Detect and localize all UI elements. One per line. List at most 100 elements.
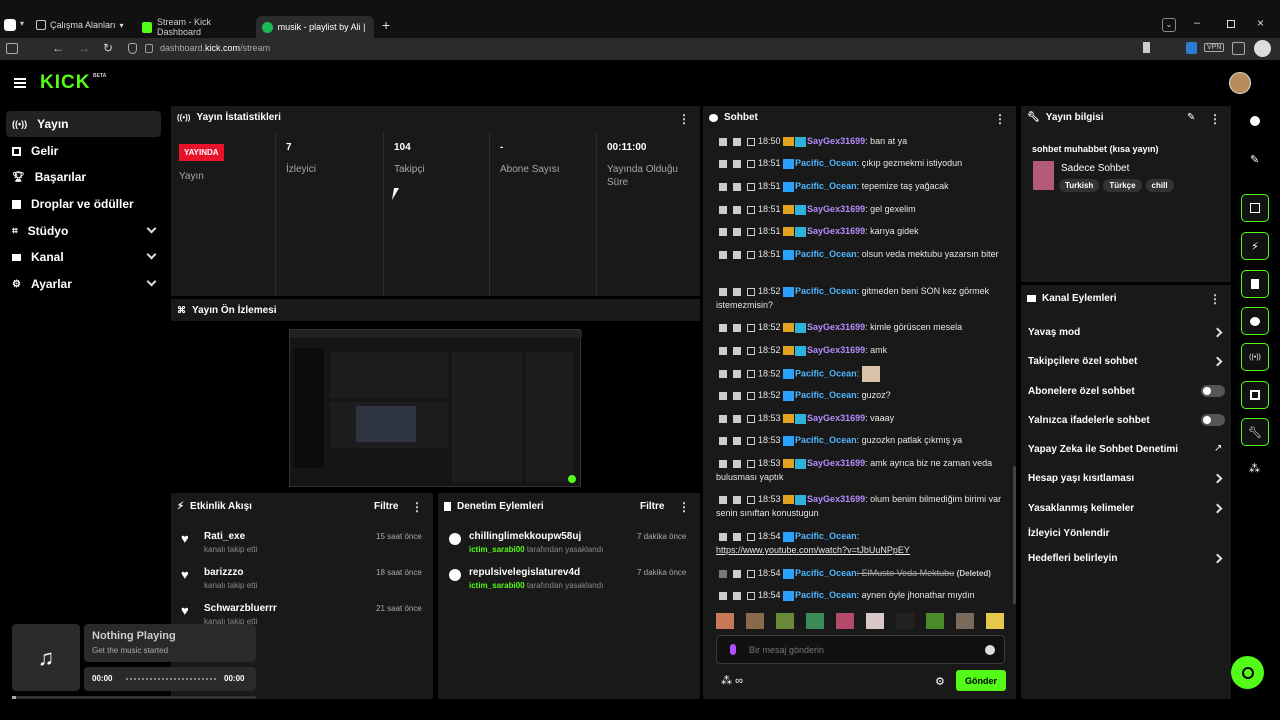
minimize-button[interactable]: – (1194, 17, 1200, 29)
ban-icon[interactable] (747, 569, 755, 578)
ban-icon[interactable] (747, 532, 755, 541)
close-window-button[interactable]: × (1257, 16, 1264, 30)
back-arrow-icon[interactable]: ← (52, 41, 64, 55)
workspaces-button[interactable]: Çalışma Alanları ▾ (36, 17, 124, 33)
rail-button-broadcast[interactable]: ((•)) (1241, 343, 1269, 371)
category-name[interactable]: Sadece Sohbet (1061, 163, 1129, 174)
trash-icon[interactable] (719, 370, 727, 378)
banned-user[interactable]: chillinglimekkoupw58uj (469, 531, 603, 542)
trash-icon[interactable] (719, 591, 727, 600)
chat-username[interactable]: Pacific_Ocean (795, 568, 857, 578)
emote-icon[interactable] (866, 613, 884, 629)
sidebar-item-kanal[interactable]: Kanal (6, 244, 161, 270)
tab-kick-dashboard[interactable]: Stream - Kick Dashboard (136, 16, 254, 38)
chat-username[interactable]: Pacific_Ocean (795, 390, 857, 400)
chat-username[interactable]: SayGex31699 (807, 322, 865, 332)
timeout-icon[interactable] (733, 569, 741, 578)
info-icon[interactable] (1250, 116, 1260, 126)
emote-icon[interactable] (746, 613, 764, 629)
progress-bar[interactable] (126, 678, 216, 680)
rail-button-chat[interactable] (1241, 307, 1269, 335)
support-button[interactable] (1231, 656, 1264, 689)
timeout-icon[interactable] (733, 250, 741, 259)
chat-username[interactable]: Pacific_Ocean (795, 249, 857, 259)
sidebar-item-basarilar[interactable]: 🏆︎ Başarılar (6, 164, 161, 190)
user-avatar[interactable] (1229, 72, 1251, 94)
profile-avatar[interactable] (1254, 40, 1271, 57)
lock-icon[interactable] (145, 44, 153, 53)
maximize-button[interactable] (1227, 20, 1235, 28)
bookmark-icon[interactable] (1143, 42, 1150, 53)
ban-icon[interactable] (747, 370, 755, 378)
more-options-icon[interactable]: ⋮ (994, 112, 1006, 126)
timeout-icon[interactable] (733, 495, 741, 504)
trash-icon[interactable] (719, 205, 727, 214)
ban-icon[interactable] (747, 137, 755, 146)
emote-icon[interactable] (896, 613, 914, 629)
reload-icon[interactable]: ↻ (103, 41, 113, 55)
trash-icon[interactable] (719, 182, 727, 191)
trash-icon[interactable] (719, 414, 727, 423)
filter-button[interactable]: Filtre (374, 501, 398, 512)
hamburger-menu-icon[interactable] (14, 78, 26, 80)
chat-username[interactable]: Pacific_Ocean (795, 286, 857, 296)
vpn-button[interactable]: VPN (1204, 43, 1225, 52)
trash-icon[interactable] (719, 159, 727, 168)
tab-spotify[interactable]: musik - playlist by Ali | Spo (256, 16, 374, 38)
filter-button[interactable]: Filtre (640, 501, 664, 512)
timeout-icon[interactable] (733, 346, 741, 355)
shield-icon[interactable] (128, 43, 137, 54)
infinity-icon[interactable]: ∞ (735, 675, 743, 687)
chat-scrollbar[interactable] (1013, 466, 1016, 604)
chat-username[interactable]: SayGex31699 (807, 413, 865, 423)
more-options-icon[interactable]: ⋮ (1209, 112, 1221, 126)
chat-username[interactable]: Pacific_Ocean (795, 435, 857, 445)
action-host[interactable]: İzleyici Yönlendir (1028, 528, 1110, 539)
chat-username[interactable]: SayGex31699 (807, 458, 865, 468)
emote-icon[interactable] (986, 613, 1004, 629)
timeout-icon[interactable] (733, 159, 741, 168)
rail-button-settings[interactable]: 🔧︎ (1241, 418, 1269, 446)
chat-username[interactable]: Pacific_Ocean (795, 368, 857, 378)
preview-video[interactable] (171, 321, 700, 489)
extensions-icon[interactable] (1232, 42, 1245, 55)
tag[interactable]: Turkish (1059, 179, 1100, 192)
sidebar-item-ayarlar[interactable]: ⚙ Ayarlar (6, 271, 161, 297)
ban-icon[interactable] (747, 346, 755, 355)
ban-icon[interactable] (747, 459, 755, 468)
trash-icon[interactable] (719, 137, 727, 146)
action-slow-mode[interactable]: Yavaş mod (1028, 327, 1080, 338)
more-options-icon[interactable]: ⋮ (678, 500, 690, 514)
music-note-icon[interactable]: ♫ (12, 624, 80, 691)
ban-icon[interactable] (747, 495, 755, 504)
emote-icon[interactable] (836, 613, 854, 629)
rail-button-preview[interactable] (1241, 194, 1269, 222)
ban-icon[interactable] (747, 436, 755, 445)
chat-username[interactable]: SayGex31699 (807, 345, 865, 355)
moderator-name[interactable]: ictim_sarabi00 (469, 545, 525, 554)
moderator-name[interactable]: ictim_sarabi00 (469, 581, 525, 590)
url-text[interactable]: dashboard.kick.com/stream (160, 43, 270, 53)
more-options-icon[interactable]: ⋮ (678, 112, 690, 126)
timeout-icon[interactable] (733, 436, 741, 445)
action-followers-only[interactable]: Takipçilere özel sohbet (1028, 356, 1137, 367)
category-thumbnail[interactable] (1033, 161, 1054, 190)
trash-icon[interactable] (719, 323, 727, 332)
follower-name[interactable]: barizzzo (204, 567, 257, 578)
chat-username[interactable]: SayGex31699 (807, 226, 865, 236)
trash-icon[interactable] (719, 532, 727, 541)
timeout-icon[interactable] (733, 182, 741, 191)
timeout-icon[interactable] (733, 459, 741, 468)
timeout-icon[interactable] (733, 205, 741, 214)
action-banned-words[interactable]: Yasaklanmış kelimeler (1028, 503, 1134, 514)
trash-icon[interactable] (719, 436, 727, 445)
chat-username[interactable]: Pacific_Ocean (795, 158, 857, 168)
chat-username[interactable]: SayGex31699 (807, 136, 865, 146)
tag[interactable]: Türkçe (1103, 179, 1142, 192)
emote-icon[interactable] (806, 613, 824, 629)
tab-search-button[interactable]: ⌄ (1162, 18, 1176, 32)
rail-button-moderation[interactable] (1241, 270, 1269, 298)
ban-icon[interactable] (747, 591, 755, 600)
ban-icon[interactable] (747, 391, 755, 400)
action-account-age[interactable]: Hesap yaşı kısıtlaması (1028, 473, 1134, 484)
